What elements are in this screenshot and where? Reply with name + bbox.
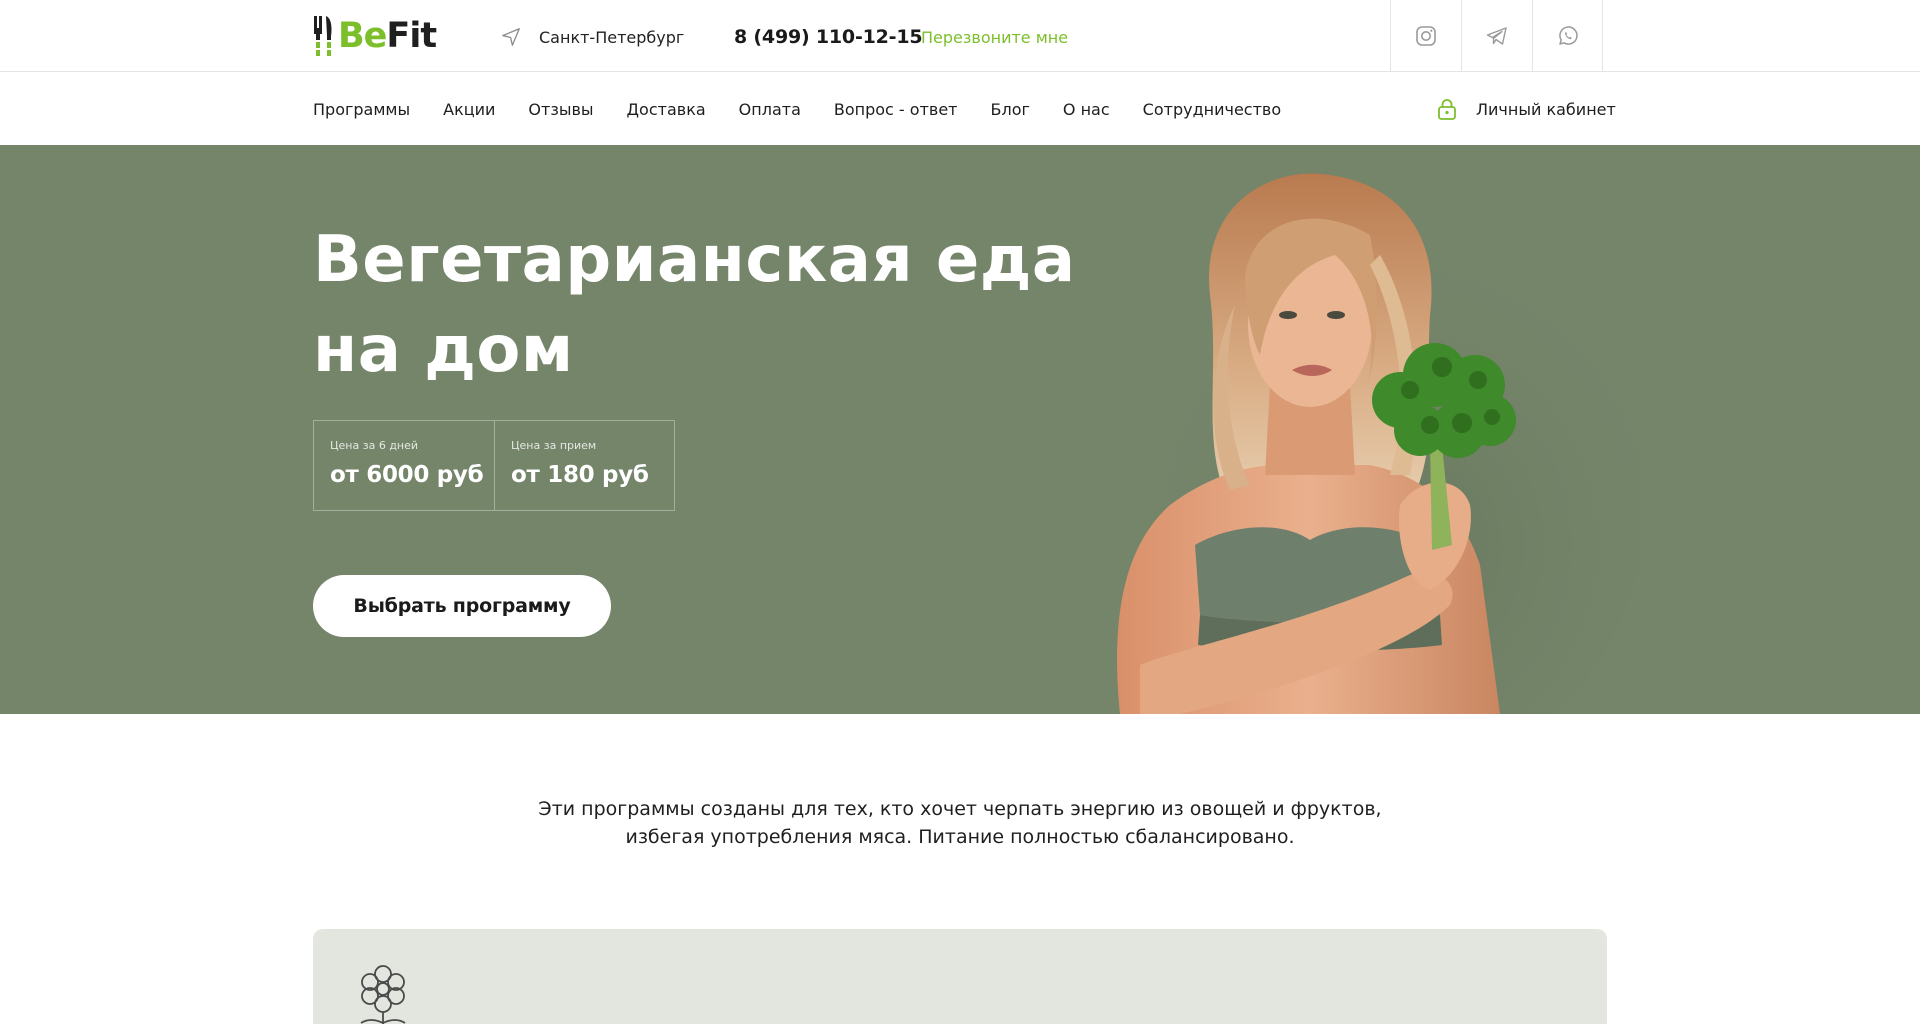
social-links	[1390, 0, 1603, 72]
price-box-per-meal: Цена за прием от 180 руб	[494, 421, 674, 510]
nav-item-payment[interactable]: Оплата	[739, 100, 801, 119]
instagram-icon	[1416, 26, 1436, 46]
hero-title: Вегетарианская еда на дом	[313, 215, 1093, 395]
intro-line-2: избегая употребления мяса. Питание полно…	[625, 826, 1295, 848]
price-value: от 6000 руб	[330, 462, 484, 488]
intro-line-1: Эти программы созданы для тех, кто хочет…	[538, 798, 1382, 820]
account-link[interactable]: Личный кабинет	[1437, 73, 1616, 145]
nav-item-blog[interactable]: Блог	[991, 100, 1030, 119]
price-box-6-days: Цена за 6 дней от 6000 руб	[314, 421, 494, 510]
hero-photo-woman-with-broccoli	[1110, 173, 1640, 714]
nav-items: Программы Акции Отзывы Доставка Оплата В…	[313, 73, 1314, 145]
whatsapp-link[interactable]	[1532, 0, 1603, 72]
telegram-icon	[1486, 27, 1507, 45]
nav-item-programs[interactable]: Программы	[313, 100, 410, 119]
city-selector[interactable]: Санкт-Петербург	[500, 24, 684, 50]
logo-text-fit: Fit	[386, 16, 437, 56]
program-card	[313, 929, 1607, 1024]
nav-item-partnership[interactable]: Сотрудничество	[1143, 100, 1281, 119]
fork-knife-icon	[314, 16, 332, 56]
hero-title-line-2: на дом	[313, 313, 574, 387]
account-label: Личный кабинет	[1476, 99, 1616, 119]
nav-item-delivery[interactable]: Доставка	[627, 100, 706, 119]
callback-link[interactable]: Перезвоните мне	[921, 25, 1068, 51]
top-bar: BeFit Санкт-Петербург 8 (499) 110-12-15 …	[0, 0, 1920, 72]
nav-item-promotions[interactable]: Акции	[443, 100, 495, 119]
nav-item-about[interactable]: О нас	[1063, 100, 1110, 119]
logo[interactable]: BeFit	[313, 14, 437, 58]
whatsapp-icon	[1558, 26, 1578, 45]
logo-text-be: Be	[338, 16, 387, 56]
location-arrow-icon	[502, 28, 520, 46]
price-label: Цена за 6 дней	[330, 439, 419, 452]
hero-banner: Вегетарианская еда на дом Цена за 6 дней…	[0, 145, 1920, 714]
phone-number[interactable]: 8 (499) 110-12-15	[734, 24, 923, 50]
price-boxes: Цена за 6 дней от 6000 руб Цена за прием…	[313, 420, 675, 511]
lock-icon	[1438, 99, 1456, 120]
price-label: Цена за прием	[511, 439, 597, 452]
choose-program-button[interactable]: Выбрать программу	[313, 575, 611, 637]
price-value: от 180 руб	[511, 462, 649, 488]
telegram-link[interactable]	[1461, 0, 1532, 72]
instagram-link[interactable]	[1390, 0, 1461, 72]
main-nav: Программы Акции Отзывы Доставка Оплата В…	[0, 73, 1920, 145]
nav-item-reviews[interactable]: Отзывы	[528, 100, 593, 119]
intro-text: Эти программы созданы для тех, кто хочет…	[360, 795, 1560, 851]
nav-item-faq[interactable]: Вопрос - ответ	[834, 100, 958, 119]
city-label: Санкт-Петербург	[539, 27, 685, 47]
flower-icon	[360, 965, 406, 1024]
hero-title-line-1: Вегетарианская еда	[313, 223, 1076, 297]
